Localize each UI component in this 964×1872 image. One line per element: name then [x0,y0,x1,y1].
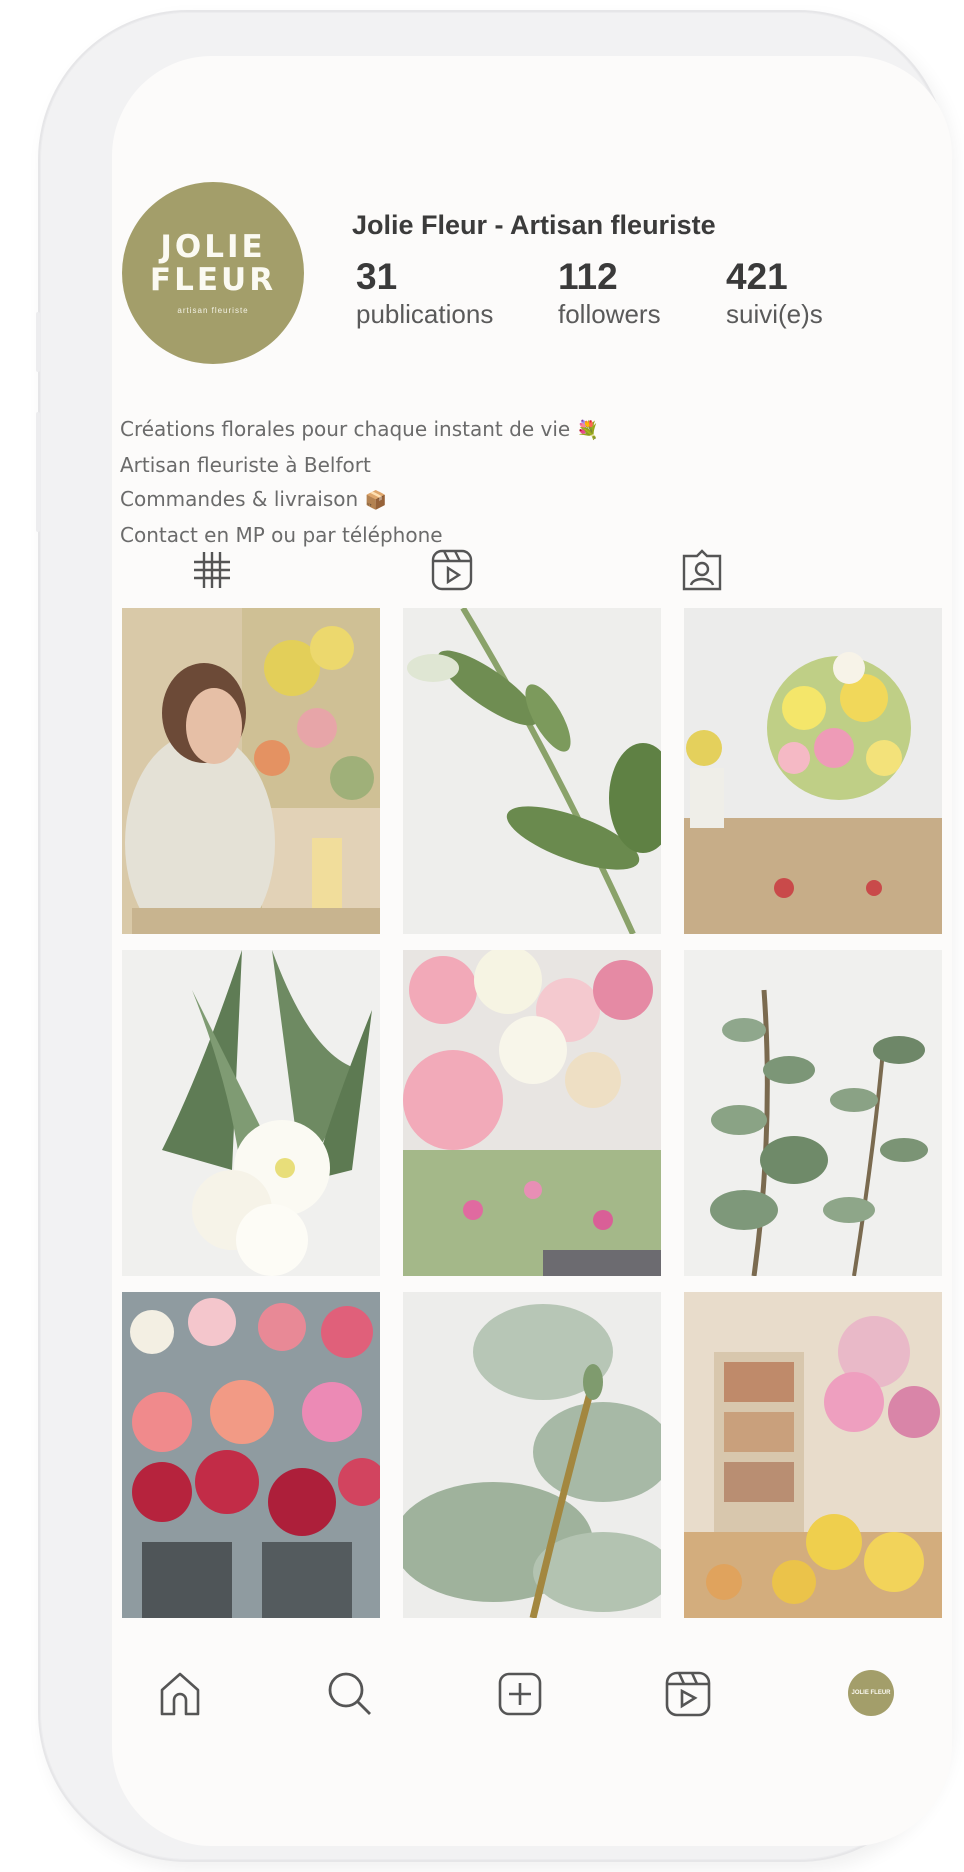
bio-line: Commandes & livraison 📦 [120,487,387,511]
bio-line: Artisan fleuriste à Belfort [120,453,371,477]
stat-value: 31 [356,256,398,297]
grid-icon[interactable] [188,546,236,594]
logo-line-1: JOLIE [160,229,266,265]
stat-following[interactable]: 421 suivi(e)s [726,256,823,330]
post-bouquet-workbench[interactable] [684,608,942,934]
add-post-icon[interactable] [492,1666,548,1722]
profile-name: Jolie Fleur - Artisan fleuriste [352,210,716,240]
post-red-dahlias-buckets[interactable] [122,1292,380,1618]
package-icon: 📦 [364,490,387,511]
profile-bio: Créations florales pour chaque instant d… [120,412,599,552]
stat-value: 421 [726,256,788,297]
screen: JOLIE FLEUR artisan fleuriste Jolie Fleu… [112,56,952,1846]
side-button [36,412,40,532]
bouquet-icon: 💐 [576,420,599,441]
logo-tagline: artisan fleuriste [177,306,249,315]
post-white-tulips[interactable] [122,950,380,1276]
logo-line-2: FLEUR [149,262,277,298]
profile-avatar[interactable]: JOLIE FLEUR artisan fleuriste [122,182,304,364]
post-pink-rose-bouquet[interactable] [403,950,661,1276]
post-woman-florist-shop[interactable] [122,608,380,934]
stat-followers[interactable]: 112 followers [558,256,661,330]
profile-tabs [112,546,952,606]
stat-label: publications [356,299,494,329]
bio-line: Créations florales pour chaque instant d… [120,417,599,441]
tagged-icon[interactable] [678,546,726,594]
reels-icon[interactable] [660,1666,716,1722]
stat-publications[interactable]: 31 publications [356,256,493,330]
stat-value: 112 [558,256,618,297]
stat-label: suivi(e)s [726,299,823,329]
post-eucalyptus-branch[interactable] [684,950,942,1276]
post-green-stem-leaves[interactable] [403,608,661,934]
profile-avatar-icon[interactable]: JOLIE FLEUR [848,1670,894,1716]
home-icon[interactable] [152,1666,208,1722]
stat-label: followers [558,299,661,329]
side-button [36,312,40,372]
reels-icon[interactable] [428,546,476,594]
phone-frame: JOLIE FLEUR artisan fleuriste Jolie Fleu… [36,10,952,1862]
bottom-nav: JOLIE FLEUR [112,1666,952,1746]
search-icon[interactable] [322,1666,378,1722]
post-eucalyptus-leaf-closeup[interactable] [403,1292,661,1618]
post-flower-shop-interior[interactable] [684,1292,942,1618]
